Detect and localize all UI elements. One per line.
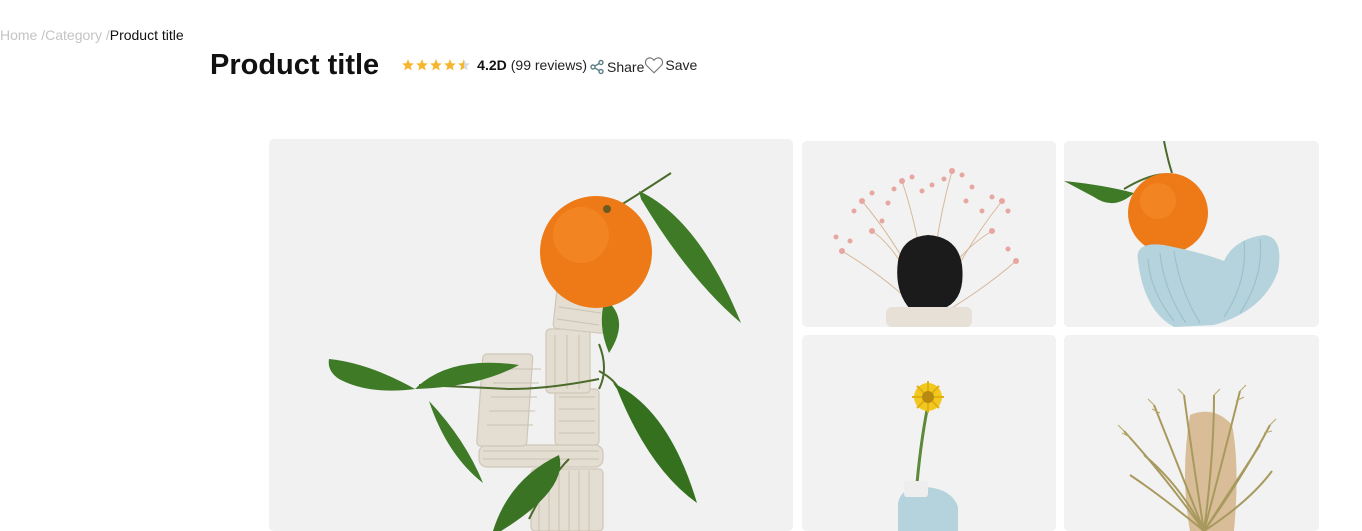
product-page: Home /Category /Product title Product ti… (0, 0, 1362, 531)
product-header: Product title 4.2D (99 reviews) Share Sa… (210, 47, 697, 83)
breadcrumb: Home /Category /Product title (0, 27, 184, 43)
star-icon (402, 59, 415, 71)
product-gallery (269, 139, 1319, 531)
star-icon (430, 59, 443, 71)
breadcrumb-current: Product title (109, 27, 184, 43)
gallery-thumbnail[interactable] (802, 141, 1056, 327)
save-button[interactable]: Save (644, 56, 697, 74)
share-button[interactable]: Share (589, 59, 644, 75)
gallery-main-image[interactable] (269, 139, 793, 531)
save-label: Save (665, 57, 698, 73)
yellow-flower-image (802, 335, 1056, 531)
orange-blue-clay-image (1064, 141, 1319, 327)
banksia-image (1064, 335, 1319, 531)
star-icon (444, 59, 457, 71)
breadcrumb-separator: / (37, 27, 46, 43)
review-count-link[interactable]: (99 reviews) (511, 57, 587, 73)
breadcrumb-separator: / (101, 27, 110, 43)
rating-value: 4.2D (477, 57, 507, 73)
gallery-thumbnail[interactable] (1064, 141, 1319, 327)
breadcrumb-home[interactable]: Home (0, 27, 37, 43)
star-rating (401, 58, 471, 72)
star-half-icon (458, 59, 471, 71)
gallery-thumbnail[interactable] (1064, 335, 1319, 531)
star-icon (416, 59, 429, 71)
share-label: Share (607, 59, 645, 75)
breadcrumb-category[interactable]: Category (45, 27, 102, 43)
pink-flowers-image (802, 141, 1056, 327)
gallery-thumbnail[interactable] (802, 335, 1056, 531)
orange-clay-stack-image (269, 139, 793, 531)
heart-icon (645, 57, 664, 74)
page-title: Product title (210, 49, 380, 81)
rating-summary: 4.2D (99 reviews) (401, 57, 587, 73)
share-icon (590, 59, 604, 75)
